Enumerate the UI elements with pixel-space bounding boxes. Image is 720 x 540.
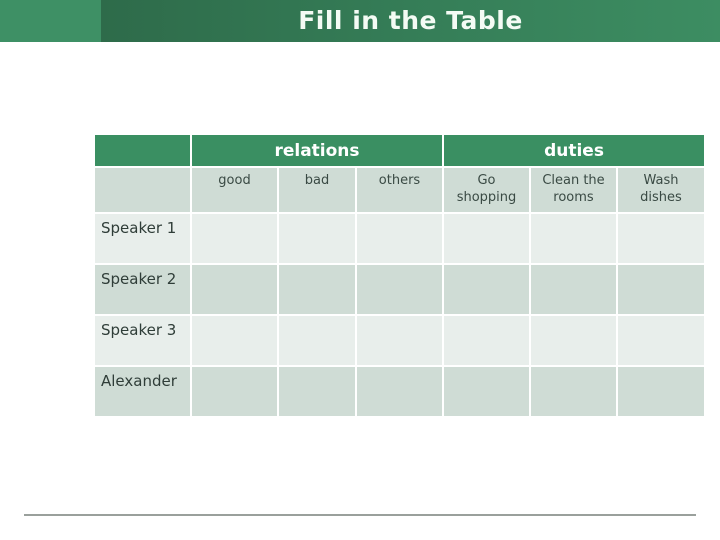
table-row: Speaker 3 [93, 314, 706, 367]
page-title-text: Fill in the Table [298, 6, 523, 35]
table-cell[interactable] [190, 263, 279, 316]
table-cell[interactable] [190, 212, 279, 265]
title-accent-block [0, 0, 101, 42]
table-cell[interactable] [616, 212, 706, 265]
subheader-go-shopping-text: Go shopping [456, 173, 517, 205]
row-label: Speaker 2 [93, 263, 192, 316]
subheader-others: others [355, 166, 444, 214]
table-cell[interactable] [190, 365, 279, 418]
table-cell[interactable] [277, 314, 357, 367]
table-cell[interactable] [442, 212, 531, 265]
group-header-duties: duties [442, 133, 706, 168]
footer-divider [24, 514, 696, 516]
title-bar: Fill in the Table [0, 0, 720, 42]
subheader-corner-cell [93, 166, 192, 214]
table-cell[interactable] [277, 263, 357, 316]
table-cell[interactable] [355, 365, 444, 418]
row-label: Alexander [93, 365, 192, 418]
table-cell[interactable] [616, 314, 706, 367]
table-cell[interactable] [355, 314, 444, 367]
table-cell[interactable] [190, 314, 279, 367]
page-title: Fill in the Table [101, 0, 720, 42]
table-cell[interactable] [616, 365, 706, 418]
table-cell[interactable] [529, 314, 618, 367]
fill-in-table: relations duties good bad others Go shop… [93, 133, 706, 418]
table-cell[interactable] [355, 212, 444, 265]
table-cell[interactable] [442, 365, 531, 418]
table-cell[interactable] [529, 263, 618, 316]
subheader-bad: bad [277, 166, 357, 214]
table-row: Speaker 1 [93, 212, 706, 265]
table-row: Alexander [93, 365, 706, 418]
corner-cell [93, 133, 192, 168]
group-header-row: relations duties [93, 133, 706, 168]
group-header-relations: relations [190, 133, 444, 168]
subheader-wash-dishes-text: Wash dishes [640, 173, 682, 205]
row-label: Speaker 1 [93, 212, 192, 265]
subheader-good: good [190, 166, 279, 214]
table-cell[interactable] [529, 365, 618, 418]
table-row: Speaker 2 [93, 263, 706, 316]
subheader-clean-rooms-text: Clean the rooms [542, 173, 605, 205]
table-cell[interactable] [355, 263, 444, 316]
subheader-go-shopping: Go shopping [442, 166, 531, 214]
subheader-clean-rooms: Clean the rooms [529, 166, 618, 214]
table-cell[interactable] [277, 365, 357, 418]
subheader-wash-dishes: Wash dishes [616, 166, 706, 214]
subheader-row: good bad others Go shopping Clean the ro… [93, 166, 706, 214]
table-cell[interactable] [616, 263, 706, 316]
row-label: Speaker 3 [93, 314, 192, 367]
table-cell[interactable] [442, 263, 531, 316]
table-cell[interactable] [529, 212, 618, 265]
table-cell[interactable] [442, 314, 531, 367]
table-cell[interactable] [277, 212, 357, 265]
